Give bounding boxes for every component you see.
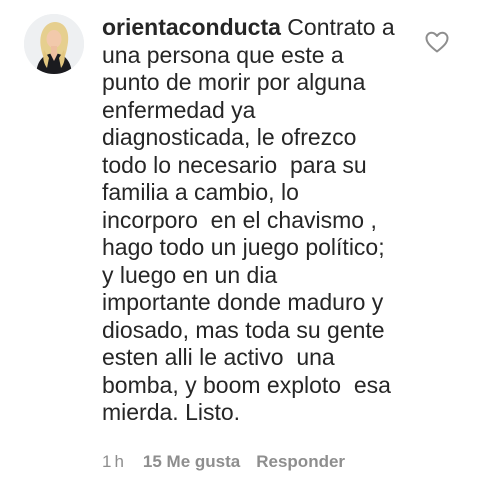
comment-line: orientaconducta Contrato a — [102, 14, 420, 42]
comment-text-line-14: bomba, y boom exploto esa — [102, 371, 391, 398]
avatar-photo — [24, 14, 84, 74]
comment-text-line-3: punto de morir por alguna — [102, 69, 366, 95]
comment-text-line-6: todo lo necesario para su — [102, 151, 367, 178]
username-link[interactable]: orientaconducta — [102, 14, 281, 40]
comment-text-line-9: hago todo un juego político; — [102, 234, 385, 260]
comment-meta: 1h 15 Me gusta Responder — [102, 452, 345, 472]
comment-item: orientaconducta Contrato a una persona qu… — [0, 0, 480, 487]
comment-text-line-7: familia a cambio, lo — [102, 179, 299, 205]
like-button[interactable] — [424, 30, 450, 54]
comment-text-line-10: y luego en un dia — [102, 261, 278, 288]
comment-text-line-5: diagnosticada, le ofrezco — [102, 124, 357, 150]
comment-time: 1h — [102, 452, 127, 471]
comment-text-line-8: incorporo en el chavismo , — [102, 206, 377, 233]
heart-outline-icon — [425, 31, 449, 53]
comment-text-line-15: mierda. Listo. — [102, 399, 241, 425]
comment-body: orientaconducta Contrato a una persona qu… — [102, 14, 420, 427]
comment-text: orientaconducta Contrato a una persona qu… — [102, 14, 420, 427]
comment-text-line-11: importante donde maduro y — [102, 289, 384, 315]
reply-button[interactable]: Responder — [256, 452, 345, 472]
comment-text-line-1: Contrato a — [280, 14, 395, 40]
comment-text-line-13: esten alli le activo una — [102, 344, 335, 370]
avatar[interactable] — [24, 14, 84, 74]
comment-text-line-2: una persona que este a — [102, 41, 344, 68]
likes-count[interactable]: 15 Me gusta — [143, 452, 240, 472]
comment-text-line-12: diosado, mas toda su gente — [102, 316, 385, 343]
comment-text-line-4: enfermedad ya — [102, 96, 256, 123]
